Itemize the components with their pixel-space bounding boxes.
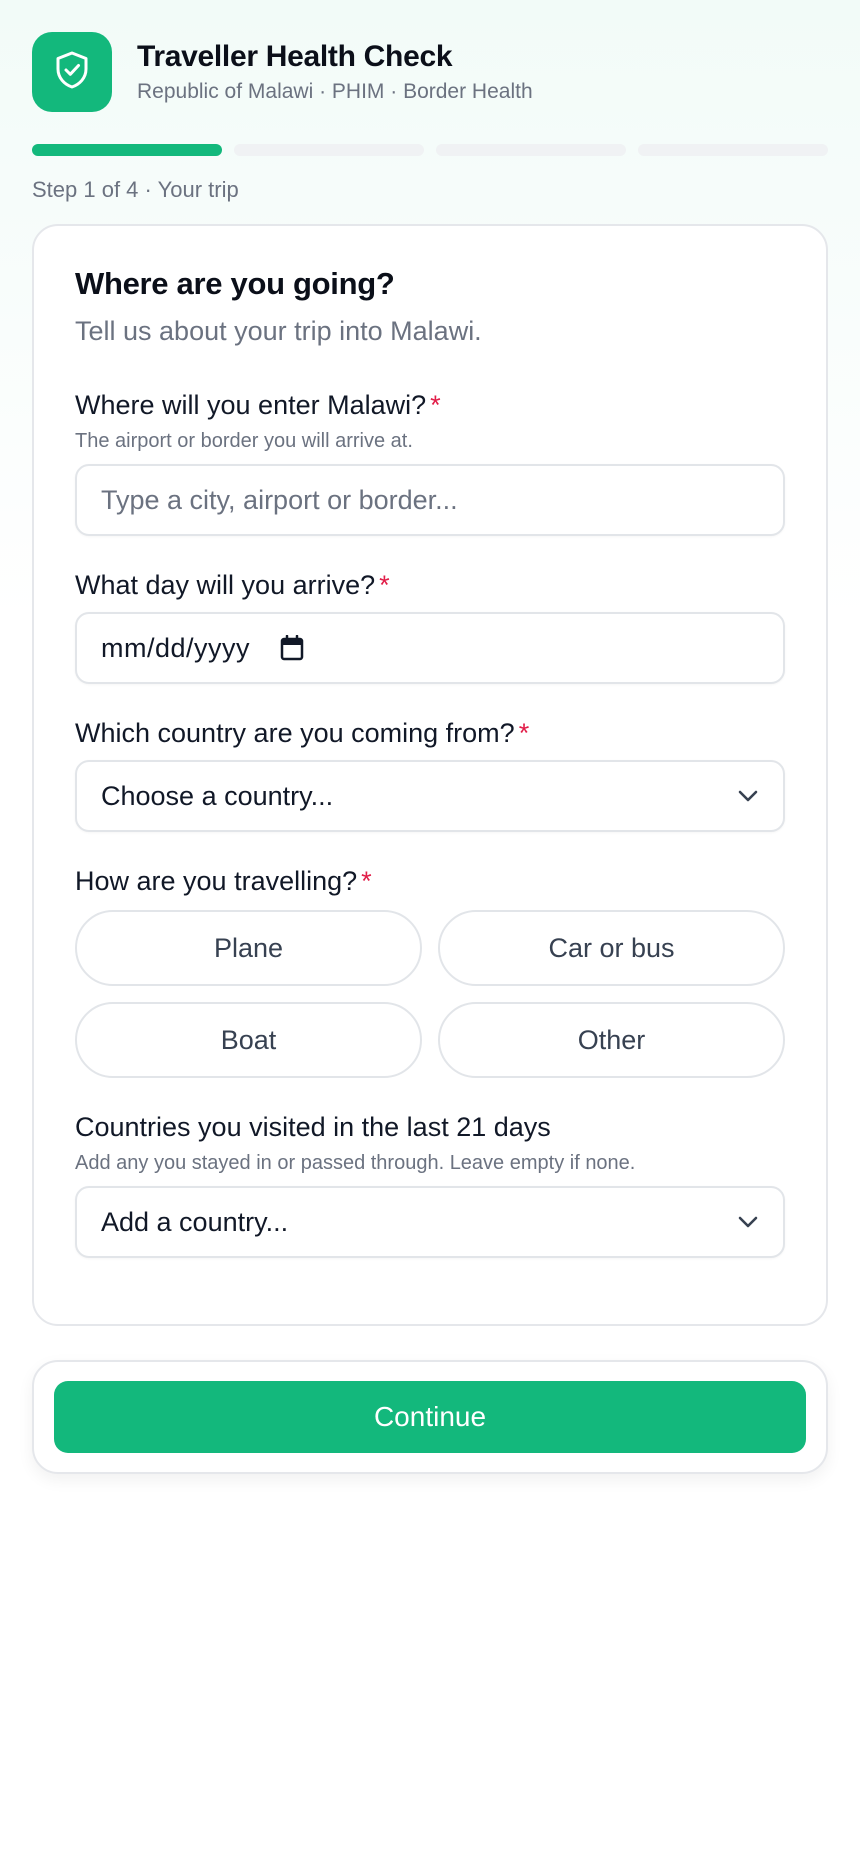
- origin-country-field: Which country are you coming from? * Choo…: [75, 716, 785, 832]
- travel-mode-option-car-or-bus[interactable]: Car or bus: [438, 910, 785, 986]
- progress-segment-4: [638, 144, 828, 156]
- required-marker: *: [430, 390, 441, 420]
- shield-check-icon: [55, 51, 89, 94]
- app-title: Traveller Health Check: [137, 40, 453, 73]
- footer-action-bar: Continue: [32, 1360, 828, 1474]
- visited-countries-label: Countries you visited in the last 21 day…: [75, 1112, 551, 1142]
- origin-country-label: Which country are you coming from? *: [75, 718, 530, 748]
- travel-mode-option-plane[interactable]: Plane: [75, 910, 422, 986]
- entry-point-label: Where will you enter Malawi? *: [75, 390, 441, 420]
- progress-segment-1: [32, 144, 222, 156]
- required-marker: *: [379, 570, 390, 600]
- page: Traveller Health Check Republic of Malaw…: [0, 0, 860, 1864]
- chevron-down-icon: [737, 789, 759, 803]
- entry-point-hint: The airport or border you will arrive at…: [75, 430, 413, 452]
- card-title: Where are you going?: [75, 266, 395, 301]
- chevron-down-icon: [737, 1215, 759, 1229]
- origin-country-select[interactable]: Choose a country...: [75, 760, 785, 832]
- origin-country-value: Choose a country...: [101, 781, 334, 811]
- arrival-date-input[interactable]: mm/dd/yyyy: [75, 612, 785, 684]
- required-marker: *: [518, 718, 530, 748]
- travel-mode-label: How are you travelling? *: [75, 866, 372, 896]
- entry-point-input[interactable]: Type a city, airport or border...: [75, 464, 785, 536]
- step-label: Step 1 of 4 · Your trip: [32, 177, 239, 202]
- calendar-icon[interactable]: [280, 635, 304, 661]
- app-header: Traveller Health Check Republic of Malaw…: [32, 32, 828, 112]
- travel-mode-options: Plane Car or bus Boat Other: [75, 910, 785, 1078]
- travel-mode-field: How are you travelling? * Plane Car or bu…: [75, 864, 785, 1078]
- continue-button[interactable]: Continue: [54, 1381, 806, 1453]
- header-text: Traveller Health Check Republic of Malaw…: [137, 39, 533, 105]
- app-subtitle: Republic of Malawi · PHIM · Border Healt…: [137, 80, 533, 103]
- travel-mode-option-other[interactable]: Other: [438, 1002, 785, 1078]
- travel-mode-option-boat[interactable]: Boat: [75, 1002, 422, 1078]
- trip-form-card: Where are you going? Tell us about your …: [32, 224, 828, 1326]
- app-logo: [32, 32, 112, 112]
- progress-segment-2: [234, 144, 424, 156]
- card-subtitle: Tell us about your trip into Malawi.: [75, 316, 482, 346]
- step-progress-bar: [32, 144, 828, 156]
- visited-countries-select[interactable]: Add a country...: [75, 1186, 785, 1258]
- arrival-date-field: What day will you arrive? * mm/dd/yyyy: [75, 568, 785, 684]
- arrival-date-value: mm/dd/yyyy: [101, 633, 251, 663]
- entry-point-placeholder: Type a city, airport or border...: [101, 485, 458, 515]
- visited-countries-hint: Add any you stayed in or passed through.…: [75, 1152, 636, 1174]
- entry-point-field: Where will you enter Malawi? * The airpor…: [75, 388, 785, 536]
- required-marker: *: [361, 866, 372, 896]
- progress-segment-3: [436, 144, 626, 156]
- visited-countries-value: Add a country...: [101, 1207, 289, 1237]
- arrival-date-label: What day will you arrive? *: [75, 570, 390, 600]
- visited-countries-field: Countries you visited in the last 21 day…: [75, 1110, 785, 1258]
